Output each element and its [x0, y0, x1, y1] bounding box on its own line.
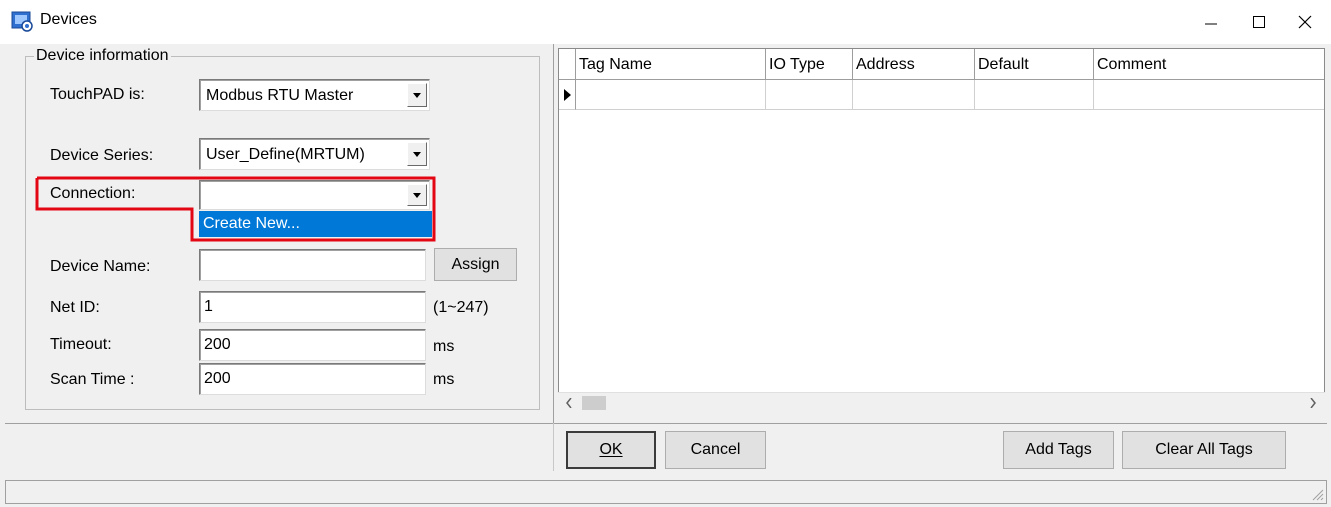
add-tags-button[interactable]: Add Tags — [1003, 431, 1114, 469]
device-name-input[interactable] — [199, 249, 426, 281]
timeout-label: Timeout: — [50, 336, 112, 353]
scan-time-input[interactable]: 200 — [199, 363, 426, 395]
scroll-thumb[interactable] — [582, 396, 606, 410]
clear-all-tags-button-label: Clear All Tags — [1155, 441, 1253, 458]
clear-all-tags-button[interactable]: Clear All Tags — [1122, 431, 1286, 469]
cell-tag-name[interactable] — [576, 80, 766, 110]
timeout-input[interactable]: 200 — [199, 329, 426, 361]
cancel-button[interactable]: Cancel — [665, 431, 766, 469]
column-header-tag-name[interactable]: Tag Name — [576, 49, 766, 80]
status-bar — [5, 480, 1327, 504]
grid-corner — [559, 49, 576, 80]
button-bar-divider — [5, 423, 1327, 424]
chevron-right-icon — [1310, 398, 1316, 408]
cell-io-type[interactable] — [766, 80, 853, 110]
scroll-right-button[interactable] — [1306, 396, 1320, 410]
net-id-range-hint: (1~247) — [433, 299, 489, 316]
chevron-left-icon — [566, 398, 572, 408]
timeout-unit: ms — [433, 338, 455, 355]
ok-button[interactable]: OK — [566, 431, 656, 469]
tag-grid[interactable]: Tag Name IO Type Address Default Comment — [558, 48, 1325, 412]
add-tags-button-label: Add Tags — [1025, 441, 1092, 458]
button-bar-splitter — [553, 423, 554, 471]
column-header-default[interactable]: Default — [975, 49, 1094, 80]
assign-button[interactable]: Assign — [434, 248, 517, 281]
ok-button-label: OK — [599, 441, 623, 458]
scan-time-unit: ms — [433, 371, 455, 388]
cell-default[interactable] — [975, 80, 1094, 110]
panel-splitter[interactable] — [553, 44, 554, 424]
cell-address[interactable] — [853, 80, 975, 110]
column-header-io-type[interactable]: IO Type — [766, 49, 853, 80]
net-id-label: Net ID: — [50, 299, 100, 316]
row-pointer-icon — [563, 88, 571, 101]
net-id-input[interactable]: 1 — [199, 291, 426, 323]
column-header-address[interactable]: Address — [853, 49, 975, 80]
resize-grip-icon[interactable] — [1310, 487, 1324, 501]
scan-time-label: Scan Time : — [50, 371, 135, 388]
cell-comment[interactable] — [1094, 80, 1324, 110]
column-header-comment[interactable]: Comment — [1094, 49, 1324, 80]
device-name-label: Device Name: — [50, 258, 151, 275]
horizontal-scrollbar[interactable] — [558, 392, 1325, 412]
cancel-button-label: Cancel — [690, 441, 741, 458]
row-selector[interactable] — [559, 80, 576, 110]
scroll-left-button[interactable] — [562, 396, 576, 410]
